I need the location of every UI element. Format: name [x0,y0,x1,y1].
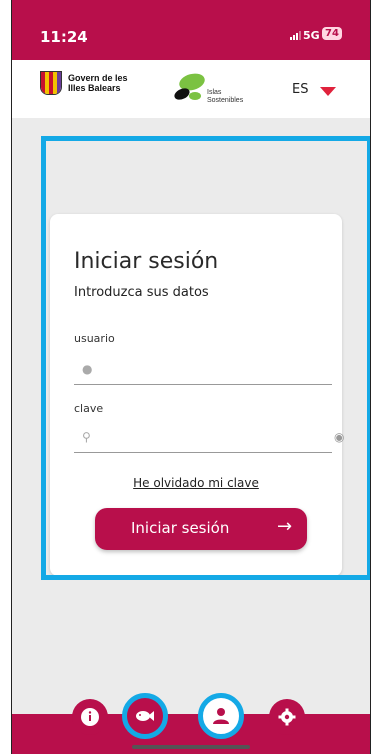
govern-logo-line1: Govern de les [68,73,128,83]
fish-icon [136,711,154,721]
islas-logo-line2: Sostenibles [207,97,244,104]
app-header: Govern de les Illes Balears Islas Sosten… [12,60,370,118]
chevron-down-icon[interactable] [320,87,336,96]
phone-screen: 11:24 5G 74 Govern de les Illes Balears … [11,0,371,754]
islas-logo-icon [174,73,205,100]
shield-icon [40,71,62,95]
nav-info-button[interactable] [72,699,108,735]
battery-indicator: 74 [322,27,342,40]
info-icon [81,708,99,726]
language-selector[interactable]: ES [292,82,308,97]
nav-user-button[interactable] [198,693,244,739]
network-type: 5G [303,29,320,42]
nav-fish-button[interactable] [122,693,168,739]
user-icon [213,708,229,724]
signal-icon [290,31,301,40]
gear-icon [278,708,296,726]
highlight-box [41,136,370,580]
status-time: 11:24 [40,28,88,46]
status-bar: 11:24 5G 74 [12,0,370,60]
govern-logo-line2: Illes Balears [68,83,121,93]
islas-logo-line1: Islas [207,89,222,96]
nav-settings-button[interactable] [269,699,305,735]
govern-logo: Govern de les Illes Balears [40,71,128,95]
home-indicator [132,745,250,749]
